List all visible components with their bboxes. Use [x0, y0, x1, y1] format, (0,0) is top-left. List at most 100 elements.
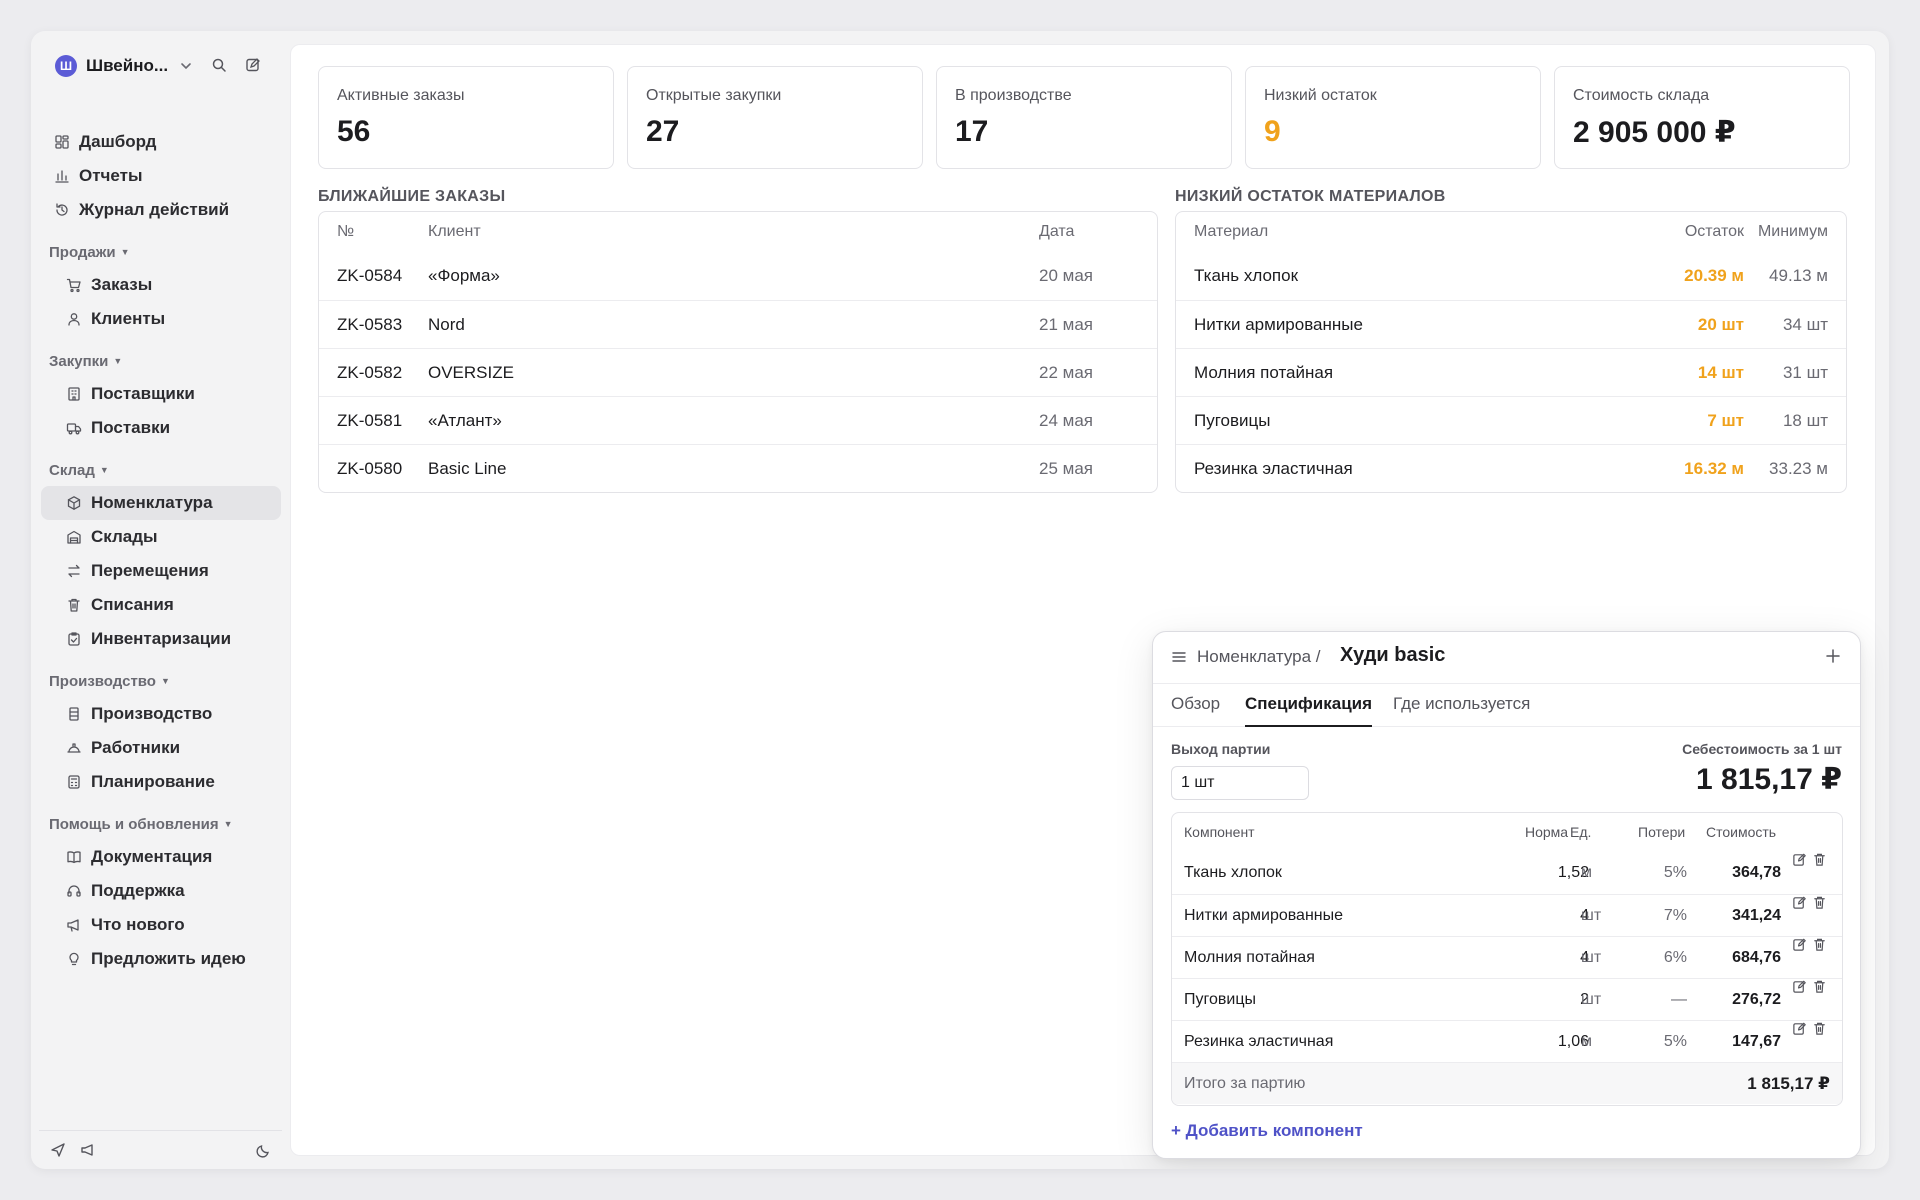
tab-specification[interactable]: Спецификация — [1245, 694, 1373, 727]
kpi-value: 27 — [646, 115, 680, 148]
component-name: Пуговицы — [1184, 991, 1256, 1008]
sidebar-item-helmet[interactable]: Работники — [41, 731, 281, 765]
material-name: Молния потайная — [1194, 363, 1334, 382]
kpi-value: 17 — [955, 115, 989, 148]
sidebar-group-header[interactable]: Закупки ▼ — [41, 350, 281, 372]
table-row[interactable]: Резинка эластичная 1,06 м 5% 147,67 — [1172, 1020, 1842, 1062]
table-row[interactable]: Пуговицы 7 шт 18 шт — [1176, 396, 1846, 444]
table-row[interactable]: ZK-0582 OVERSIZE 22 мая — [319, 348, 1157, 396]
trash-icon[interactable] — [1812, 852, 1827, 867]
kpi-card[interactable]: Активные заказы 56 — [318, 66, 614, 169]
sidebar-item-label: Отчеты — [79, 166, 143, 185]
sidebar-group-title: Производство — [49, 672, 156, 690]
kpi-card[interactable]: Стоимость склада 2 905 000 ₽ — [1554, 66, 1850, 169]
comp-col-name: Компонент — [1184, 824, 1255, 840]
trash-icon[interactable] — [1812, 937, 1827, 952]
sidebar-group-header[interactable]: Продажи ▼ — [41, 241, 281, 263]
plus-icon[interactable] — [1824, 647, 1842, 665]
sidebar-item-calculator[interactable]: Планирование — [41, 765, 281, 799]
table-row[interactable]: Нитки армированные 4 шт 7% 341,24 — [1172, 894, 1842, 936]
orders-col-date: Дата — [1039, 223, 1075, 240]
sidebar-item-label: Работники — [91, 738, 181, 757]
search-icon[interactable] — [209, 55, 229, 75]
order-client: «Атлант» — [428, 411, 502, 430]
sidebar-item-factory[interactable]: Производство — [41, 697, 281, 731]
workspace-switcher[interactable]: Ш Швейно... — [55, 51, 194, 81]
caret-down-icon: ▼ — [160, 676, 170, 686]
kpi-card[interactable]: Открытые закупки 27 — [627, 66, 923, 169]
sidebar-item-box[interactable]: Номенклатура — [41, 486, 281, 520]
edit-icon[interactable] — [1792, 979, 1807, 994]
table-row[interactable]: Пуговицы 2 шт — 276,72 — [1172, 978, 1842, 1020]
sidebar-item-building[interactable]: Поставщики — [41, 377, 281, 411]
kpi-label: Стоимость склада — [1573, 87, 1710, 104]
table-row[interactable]: Нитки армированные 20 шт 34 шт — [1176, 300, 1846, 348]
components-table: Компонент Норма Ед. Потери Стоимость Тка… — [1171, 812, 1843, 1106]
moon-icon[interactable] — [255, 1141, 273, 1159]
sidebar-item-history[interactable]: Журнал действий — [41, 193, 281, 227]
comp-col-norm: Норма — [1525, 824, 1569, 840]
edit-icon[interactable] — [1792, 852, 1807, 867]
sidebar-item-headset[interactable]: Поддержка — [41, 874, 281, 908]
sidebar-group-header[interactable]: Производство ▼ — [41, 670, 281, 692]
sidebar-item-truck[interactable]: Поставки — [41, 411, 281, 445]
material-stock: 20.39 м — [1684, 266, 1744, 285]
table-row[interactable]: ZK-0580 Basic Line 25 мая — [319, 444, 1157, 492]
trash-icon[interactable] — [1812, 1021, 1827, 1036]
order-number: ZK-0581 — [337, 411, 403, 430]
sidebar-item-cart[interactable]: Заказы — [41, 268, 281, 302]
sidebar-item-lightbulb[interactable]: Предложить идею — [41, 942, 281, 976]
item-tabs: Обзор Спецификация Где используется — [1153, 684, 1860, 727]
breadcrumb[interactable]: Номенклатура / — [1197, 647, 1321, 667]
app-window: Ш Швейно... Дашборд Отчеты Журнал действ… — [31, 31, 1889, 1169]
table-row[interactable]: Ткань хлопок 20.39 м 49.13 м — [1176, 252, 1846, 300]
sidebar-item-megaphone[interactable]: Что нового — [41, 908, 281, 942]
caret-down-icon: ▼ — [113, 356, 123, 366]
chevron-down-icon — [178, 58, 194, 74]
tab-where-used[interactable]: Где используется — [1393, 694, 1530, 727]
send-icon[interactable] — [49, 1141, 67, 1159]
edit-icon[interactable] — [1792, 937, 1807, 952]
sidebar-group-header[interactable]: Помощь и обновления ▼ — [41, 813, 281, 835]
table-row[interactable]: ZK-0584 «Форма» 20 мая — [319, 252, 1157, 300]
table-row[interactable]: Молния потайная 4 шт 6% 684,76 — [1172, 936, 1842, 978]
sidebar-item-bar-chart[interactable]: Отчеты — [41, 159, 281, 193]
trash-icon[interactable] — [1812, 979, 1827, 994]
sidebar-item-book[interactable]: Документация — [41, 840, 281, 874]
sidebar-item-label: Документация — [91, 847, 213, 866]
sidebar-item-clipboard-check[interactable]: Инвентаризации — [41, 622, 281, 656]
batch-output-input[interactable]: 1 шт — [1171, 766, 1309, 800]
sidebar-item-dashboard[interactable]: Дашборд — [41, 125, 281, 159]
component-unit: шт — [1581, 907, 1602, 924]
sidebar-item-label: Поддержка — [91, 881, 185, 900]
sidebar-item-label: Инвентаризации — [91, 629, 232, 648]
kpi-card[interactable]: В производстве 17 — [936, 66, 1232, 169]
compose-icon[interactable] — [243, 55, 263, 75]
sidebar-group-title: Продажи — [49, 243, 116, 261]
add-component-button[interactable]: + Добавить компонент — [1171, 1121, 1363, 1141]
warehouse-icon — [65, 528, 83, 546]
workspace-name: Швейно... — [86, 56, 169, 75]
sidebar-item-user[interactable]: Клиенты — [41, 302, 281, 336]
table-row[interactable]: Молния потайная 14 шт 31 шт — [1176, 348, 1846, 396]
cart-icon — [65, 276, 83, 294]
sidebar-item-arrows-exchange[interactable]: Перемещения — [41, 554, 281, 588]
table-row[interactable]: ZK-0583 Nord 21 мая — [319, 300, 1157, 348]
sidebar-item-trash[interactable]: Списания — [41, 588, 281, 622]
megaphone-icon[interactable] — [79, 1141, 97, 1159]
sidebar-group-header[interactable]: Склад ▼ — [41, 459, 281, 481]
table-row[interactable]: Резинка эластичная 16.32 м 33.23 м — [1176, 444, 1846, 492]
kpi-label: Открытые закупки — [646, 87, 782, 104]
caret-down-icon: ▼ — [120, 247, 130, 257]
tab-overview[interactable]: Обзор — [1171, 694, 1220, 727]
sidebar-item-label: Дашборд — [79, 132, 157, 151]
sidebar-item-warehouse[interactable]: Склады — [41, 520, 281, 554]
order-number: ZK-0580 — [337, 459, 403, 478]
menu-icon[interactable] — [1171, 649, 1187, 665]
trash-icon[interactable] — [1812, 895, 1827, 910]
table-row[interactable]: ZK-0581 «Атлант» 24 мая — [319, 396, 1157, 444]
table-row[interactable]: Ткань хлопок 1,52 м 5% 364,78 — [1172, 852, 1842, 894]
edit-icon[interactable] — [1792, 1021, 1807, 1036]
edit-icon[interactable] — [1792, 895, 1807, 910]
kpi-card[interactable]: Низкий остаток 9 — [1245, 66, 1541, 169]
